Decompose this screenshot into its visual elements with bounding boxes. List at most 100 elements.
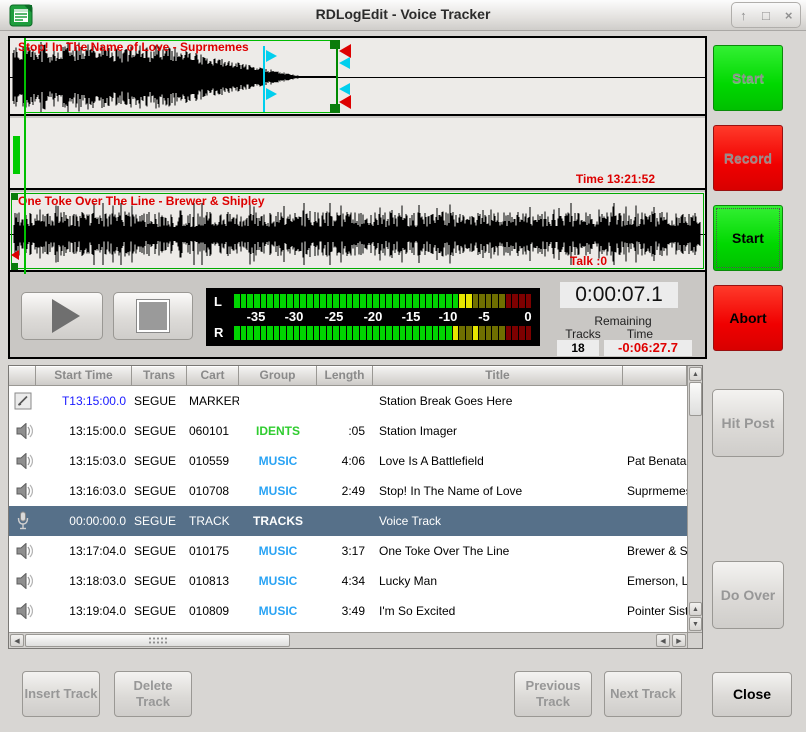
column-header-artist[interactable] (623, 366, 687, 386)
vu-segment (519, 294, 525, 308)
vu-segment (280, 326, 286, 340)
talk-marker-bottom-icon[interactable] (266, 88, 277, 100)
column-header-icon[interactable] (9, 366, 36, 386)
insert-track-button[interactable]: Insert Track (22, 671, 100, 717)
row-trans: SEGUE (132, 484, 187, 498)
talk-marker-line[interactable] (263, 46, 265, 112)
column-header-group[interactable]: Group (239, 366, 317, 386)
row-title: Station Imager (373, 424, 623, 438)
vu-segment (241, 294, 247, 308)
start-track3-button[interactable]: Start (713, 205, 783, 271)
row-cart: 010809 (187, 604, 239, 618)
row-trans: SEGUE (132, 454, 187, 468)
talk-marker-top-icon[interactable] (266, 50, 277, 62)
talk-end-marker-bottom-icon[interactable] (339, 83, 350, 95)
vu-left-segments (234, 294, 532, 308)
abort-button[interactable]: Abort (713, 285, 783, 351)
vertical-scroll-thumb[interactable] (689, 382, 702, 416)
start-track1-button[interactable]: Start (713, 45, 783, 111)
column-header-trans[interactable]: Trans (132, 366, 187, 386)
table-row[interactable]: 13:17:04.0 SEGUE 010175 MUSIC 3:17 One T… (9, 536, 687, 566)
scroll-right-button[interactable]: ▶ (672, 634, 686, 647)
vu-segment (426, 294, 432, 308)
scroll-up-button[interactable]: ▲ (689, 367, 702, 381)
vu-segment (506, 294, 512, 308)
horizontal-scrollbar[interactable]: ◀ ◀ ▶ (9, 632, 687, 648)
record-button[interactable]: Record (713, 125, 783, 191)
column-header-title[interactable]: Title (373, 366, 623, 386)
remaining-tracks-value: 18 (557, 340, 599, 356)
vu-segment (466, 326, 472, 340)
delete-track-button[interactable]: Delete Track (114, 671, 192, 717)
track3-waveform-box[interactable]: One Toke Over The Line - Brewer & Shiple… (10, 192, 705, 272)
vu-segment (413, 326, 419, 340)
vu-scale-label: -25 (325, 309, 344, 324)
track2-voicetrack-box[interactable]: Time 13:21:52 (10, 118, 705, 190)
remaining-time-value: -0:06:27.7 (604, 340, 692, 356)
stop-button[interactable] (113, 292, 193, 340)
transport-bar: L -35-30-25-20-15-10-50 R 0:00:07.1 Rema… (10, 274, 705, 357)
previous-track-button[interactable]: Previous Track (514, 671, 592, 717)
shade-window-button[interactable]: ↑ (733, 8, 753, 23)
fade-marker-top-icon[interactable] (339, 44, 351, 58)
scroll-up-button-bottom[interactable]: ▲ (689, 602, 702, 616)
column-header-cart[interactable]: Cart (187, 366, 239, 386)
vu-segment (294, 326, 300, 340)
scroll-left-button-right[interactable]: ◀ (656, 634, 670, 647)
vu-segment (327, 294, 333, 308)
horizontal-scroll-thumb[interactable] (25, 634, 290, 647)
table-row[interactable]: 13:19:04.0 SEGUE 010809 MUSIC 3:49 I'm S… (9, 596, 687, 626)
track1-waveform-box[interactable]: Stop! In The Name of Love - Suprmemes (10, 38, 705, 116)
vu-segment (479, 326, 485, 340)
row-type-icon (9, 536, 36, 566)
vu-segment (274, 294, 280, 308)
table-row[interactable]: 13:15:00.0 SEGUE 060101 IDENTS :05 Stati… (9, 416, 687, 446)
vu-segment (267, 326, 273, 340)
vu-segment (393, 294, 399, 308)
row-title: Voice Track (373, 514, 623, 528)
vu-segment (459, 326, 465, 340)
row-start-time: 13:16:03.0 (36, 484, 132, 498)
row-artist: Emerson, Lake & Palmer (623, 574, 687, 588)
table-row[interactable]: 13:18:03.0 SEGUE 010813 MUSIC 4:34 Lucky… (9, 566, 687, 596)
column-header-start-time[interactable]: Start Time (36, 366, 132, 386)
rdlogedit-voice-tracker-window: RDLogEdit - Voice Tracker ↑ □ × Stop! In… (0, 0, 806, 732)
playback-cursor[interactable] (24, 38, 26, 274)
row-trans: SEGUE (132, 394, 187, 408)
vu-segment (433, 294, 439, 308)
column-header-length[interactable]: Length (317, 366, 373, 386)
table-row[interactable]: 00:00:00.0 SEGUE TRACK TRACKS Voice Trac… (9, 506, 687, 536)
segue-end-line[interactable] (336, 40, 338, 113)
track3-fade-marker-icon[interactable] (11, 250, 19, 260)
row-type-icon (9, 566, 36, 596)
scroll-left-button[interactable]: ◀ (10, 634, 24, 647)
talk-end-marker-top-icon[interactable] (339, 57, 350, 69)
do-over-button[interactable]: Do Over (712, 561, 784, 629)
row-start-time: 13:15:00.0 (36, 424, 132, 438)
row-group: MUSIC (239, 454, 317, 468)
vu-segment (287, 326, 293, 340)
table-row[interactable]: T13:15:00.0 SEGUE MARKER Station Break G… (9, 386, 687, 416)
row-group: IDENTS (239, 424, 317, 438)
vu-segment (327, 326, 333, 340)
close-window-button[interactable]: × (779, 8, 799, 23)
row-start-time: 13:18:03.0 (36, 574, 132, 588)
table-row[interactable]: 13:15:03.0 SEGUE 010559 MUSIC 4:06 Love … (9, 446, 687, 476)
vertical-scrollbar[interactable]: ▲ ▲ ▼ (687, 366, 702, 632)
track3-end-handle[interactable] (11, 263, 18, 270)
vu-segment (333, 294, 339, 308)
next-track-button[interactable]: Next Track (604, 671, 682, 717)
table-row[interactable]: 13:16:03.0 SEGUE 010708 MUSIC 2:49 Stop!… (9, 476, 687, 506)
track3-start-handle[interactable] (11, 193, 18, 200)
vu-scale-label: 0 (524, 309, 531, 324)
stop-icon (137, 300, 169, 332)
row-cart: 010175 (187, 544, 239, 558)
hit-post-button[interactable]: Hit Post (712, 389, 784, 457)
scroll-down-button[interactable]: ▼ (689, 617, 702, 631)
play-button[interactable] (21, 292, 103, 340)
vu-segment (241, 326, 247, 340)
close-button[interactable]: Close (712, 672, 792, 717)
fade-marker-bottom-icon[interactable] (339, 95, 351, 109)
maximize-window-button[interactable]: □ (756, 8, 776, 23)
vu-segment (479, 294, 485, 308)
